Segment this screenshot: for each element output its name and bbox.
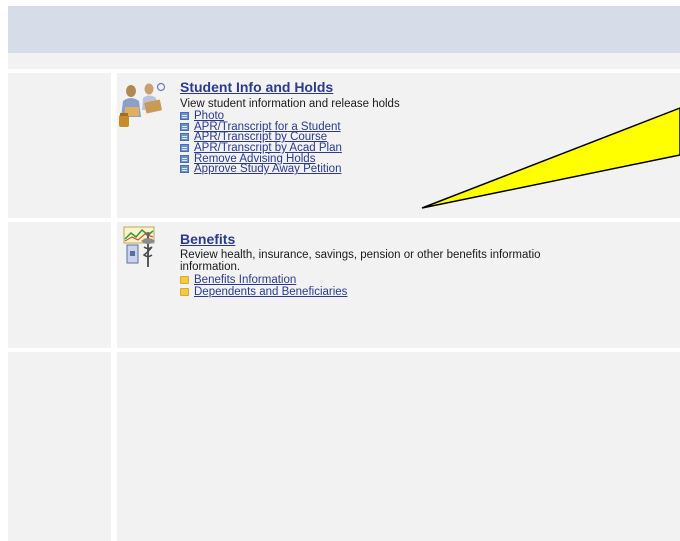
callout-pointer xyxy=(421,107,680,209)
